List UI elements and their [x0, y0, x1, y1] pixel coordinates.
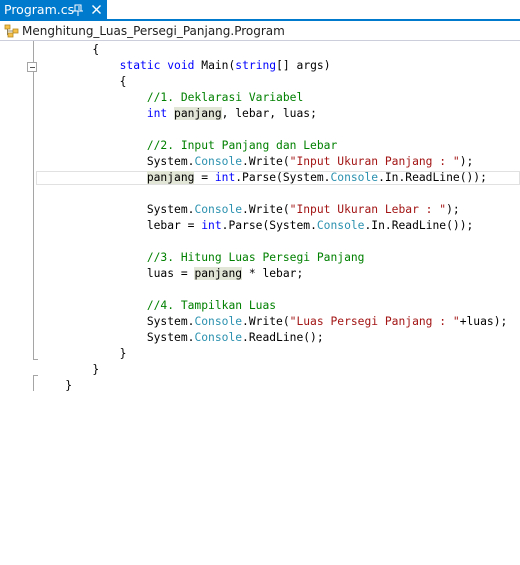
code-line: System.Console.Write("Luas Persegi Panja…	[146, 315, 508, 328]
code-line: lebar = int.Parse(System.Console.In.Read…	[146, 219, 474, 232]
reference-highlight: panjang	[174, 107, 222, 120]
code-line: //1. Deklarasi Variabel	[146, 91, 304, 104]
code-line: //2. Input Panjang dan Lebar	[146, 139, 338, 152]
code-line: }	[65, 379, 73, 392]
code-line: System.Console.ReadLine();	[146, 331, 324, 344]
reference-highlight: panjang	[146, 171, 195, 184]
pin-icon[interactable]	[72, 3, 84, 17]
code-editor[interactable]: { static void Main(string[] args) { //1.…	[0, 41, 520, 565]
code-line: panjang = int.Parse(System.Console.In.Re…	[146, 171, 487, 184]
class-icon	[4, 24, 19, 38]
code-line: static void Main(string[] args)	[119, 59, 331, 72]
code-text[interactable]: { static void Main(string[] args) { //1.…	[0, 41, 507, 548]
type-selector[interactable]: Menghitung_Luas_Persegi_Panjang.Program	[22, 23, 285, 39]
close-icon[interactable]	[91, 4, 102, 15]
tab-title: Program.cs	[4, 2, 75, 17]
navigation-bar: Menghitung_Luas_Persegi_Panjang.Program	[0, 21, 520, 41]
code-line: }	[92, 363, 100, 376]
reference-highlight: panjang	[194, 267, 243, 280]
code-line: System.Console.Write("Input Ukuran Lebar…	[146, 203, 460, 216]
code-line: }	[119, 347, 127, 360]
code-line: System.Console.Write("Input Ukuran Panja…	[146, 155, 474, 168]
document-tab-strip: Program.cs	[0, 0, 520, 21]
code-line: luas = panjang * lebar;	[146, 267, 304, 280]
editor-window: Program.cs Menghitung_Luas_Persegi_Panja…	[0, 0, 520, 565]
code-line: {	[92, 43, 100, 56]
code-line: {	[119, 75, 127, 88]
code-line: int panjang, lebar, luas;	[146, 107, 317, 120]
tab-program-cs[interactable]: Program.cs	[0, 0, 107, 21]
code-line: //3. Hitung Luas Persegi Panjang	[146, 251, 365, 264]
code-line: //4. Tampilkan Luas	[146, 299, 277, 312]
